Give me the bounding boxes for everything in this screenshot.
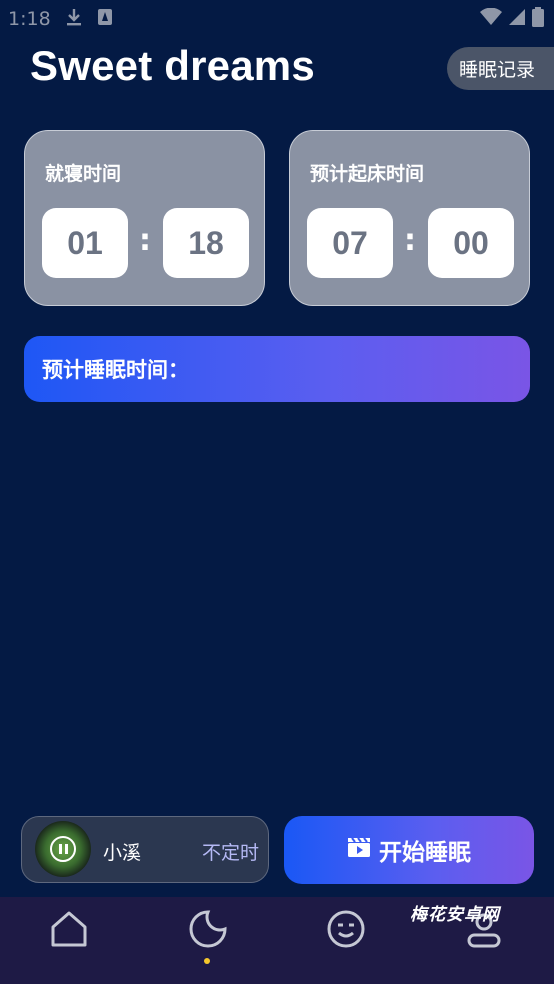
wake-time-label: 预计起床时间 — [310, 163, 425, 185]
time-separator: : — [139, 223, 151, 258]
notification-icon — [97, 8, 113, 31]
wifi-icon — [480, 7, 502, 31]
page-title: Sweet dreams — [30, 42, 315, 89]
sound-player[interactable]: 小溪 不定时 — [21, 816, 269, 883]
bedtime-card: 就寝时间 01 : 18 — [24, 130, 265, 306]
smiley-icon — [327, 910, 365, 948]
wake-minute[interactable]: 00 — [428, 208, 514, 278]
download-icon — [65, 7, 83, 32]
battery-icon — [532, 6, 544, 32]
start-sleep-label: 开始睡眠 — [379, 840, 471, 866]
nav-mood[interactable] — [324, 907, 368, 951]
time-separator: : — [404, 223, 416, 258]
nav-home[interactable] — [47, 907, 91, 951]
nav-sleep[interactable] — [186, 907, 230, 951]
track-cover[interactable] — [35, 821, 91, 877]
sleep-duration-label: 预计睡眠时间： — [42, 358, 189, 382]
status-bar: 1:18 — [0, 0, 554, 38]
sleep-duration-banner: 预计睡眠时间： — [24, 336, 530, 402]
pause-icon[interactable] — [50, 836, 76, 862]
home-icon — [51, 911, 87, 947]
clapperboard-icon — [347, 836, 371, 864]
wake-hour[interactable]: 07 — [307, 208, 393, 278]
bedtime-minute[interactable]: 18 — [163, 208, 249, 278]
sleep-records-button[interactable]: 睡眠记录 — [447, 47, 554, 90]
timer-mode-button[interactable]: 不定时 — [202, 838, 259, 865]
bedtime-hour[interactable]: 01 — [42, 208, 128, 278]
active-indicator — [204, 958, 210, 964]
bedtime-label: 就寝时间 — [45, 163, 122, 185]
wake-time-card: 预计起床时间 07 : 00 — [289, 130, 530, 306]
start-sleep-button[interactable]: 开始睡眠 — [284, 816, 534, 884]
watermark: 梅花安卓网 — [410, 905, 500, 925]
status-time: 1:18 — [8, 8, 51, 30]
track-name: 小溪 — [103, 842, 142, 864]
moon-icon — [189, 910, 227, 948]
signal-icon — [508, 8, 526, 31]
